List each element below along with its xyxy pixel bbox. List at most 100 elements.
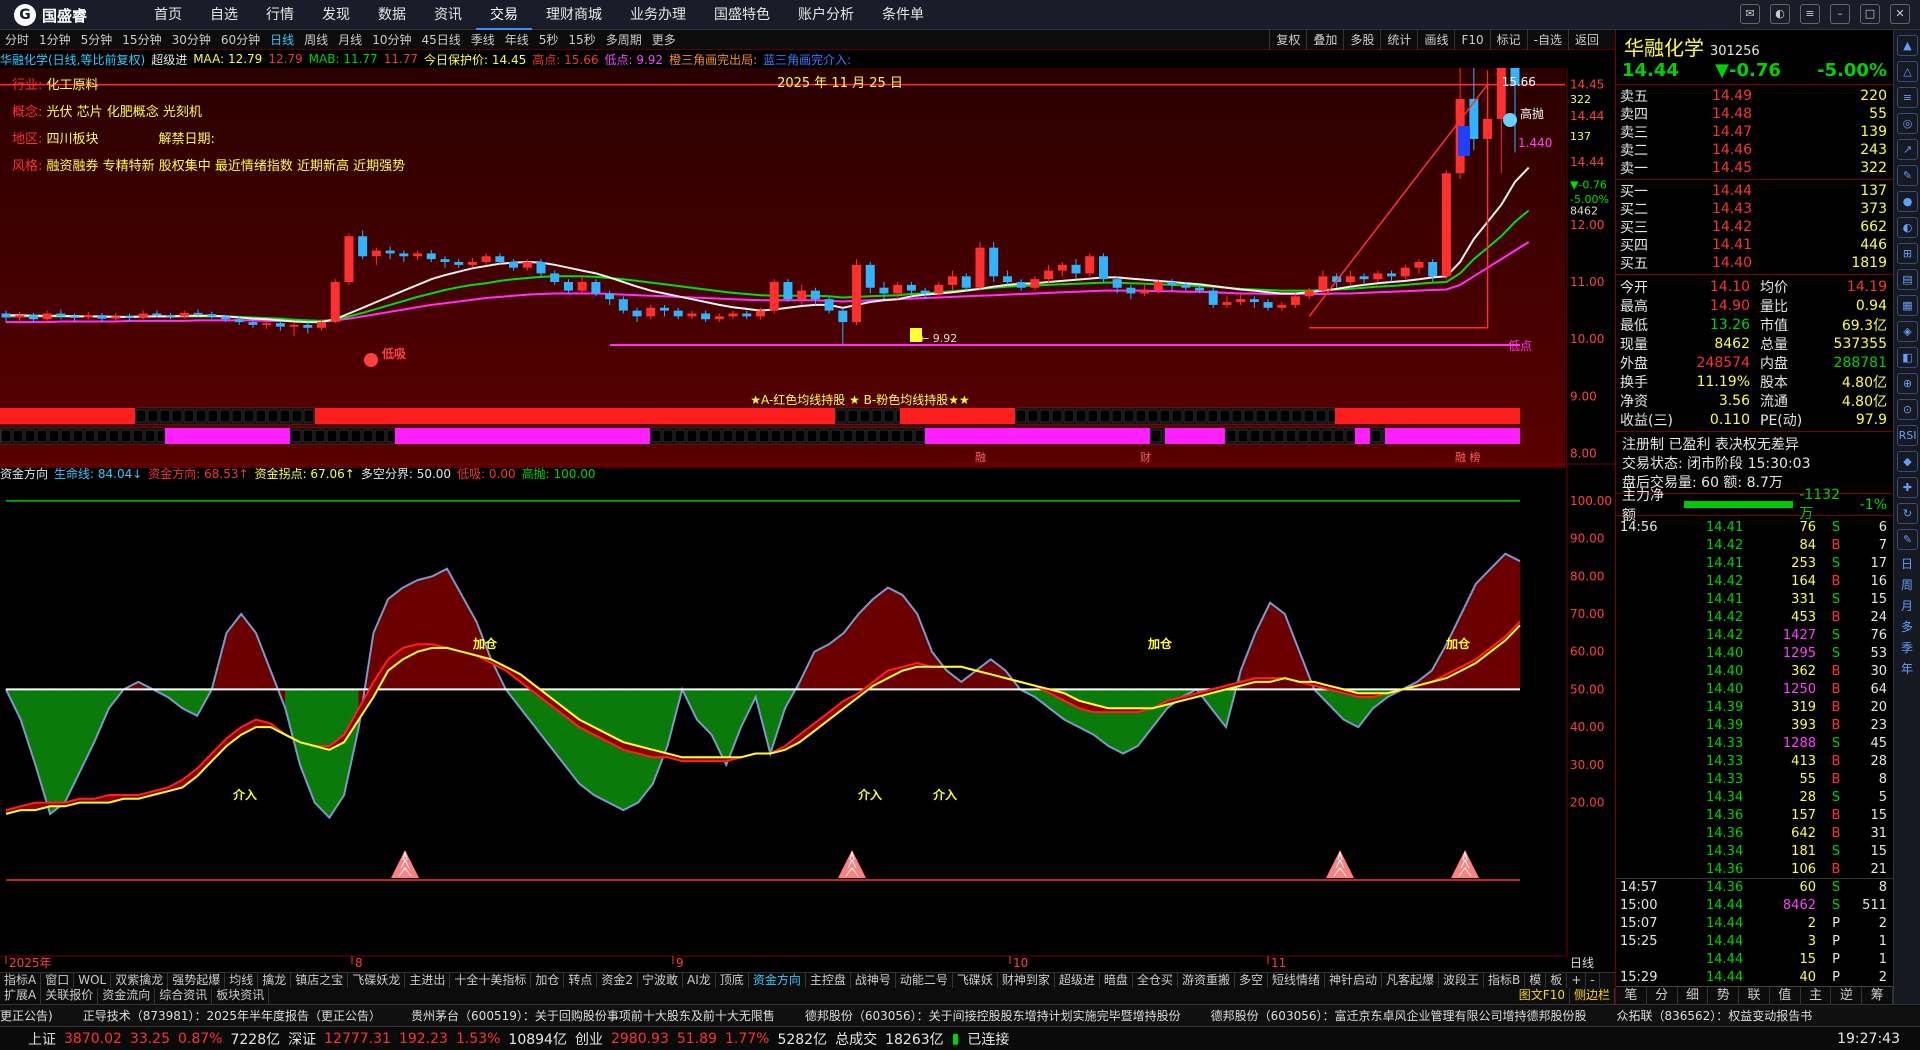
menu-item-1[interactable]: 自选 [196,0,252,30]
toolbar-icon-18[interactable]: ↻ [1897,503,1918,524]
maximize-icon[interactable]: □ [1860,4,1880,24]
toolbar-period-5[interactable]: 年 [1894,660,1920,677]
period-7[interactable]: 周线 [299,31,333,48]
menu-icon[interactable]: ≡ [1800,4,1820,24]
indicator-name[interactable]: 资金方向 [0,465,48,482]
period-1[interactable]: 1分钟 [34,31,76,48]
toolbar-icon-2[interactable]: ≡ [1897,87,1918,108]
period-11[interactable]: 季线 [466,31,500,48]
indicator-tab-30[interactable]: 凡客起爆 [1382,973,1440,988]
indicator-tab-0[interactable]: 指标A [0,973,42,988]
indicator-tab-5[interactable]: 均线 [225,973,259,988]
quote-tab-1[interactable]: 分 [1647,987,1678,1004]
period-0[interactable]: 分时 [0,31,34,48]
period-5[interactable]: 60分钟 [216,31,265,48]
extension-tab-1[interactable]: 关联报价 [41,988,99,1004]
toolbar-icon-3[interactable]: ◎ [1897,113,1918,134]
quote-tab-3[interactable]: 势 [1708,987,1740,1004]
indicator-tab-15[interactable]: AI龙 [683,973,716,988]
indicator-tab-19[interactable]: 战神号 [851,973,896,988]
period-2[interactable]: 5分钟 [76,31,118,48]
indicator-tab-22[interactable]: 财神到家 [998,973,1055,988]
indicator-tab-12[interactable]: 转点 [564,973,598,988]
period-12[interactable]: 年线 [500,31,534,48]
period-15[interactable]: 多周期 [601,31,647,48]
indicator-tab-29[interactable]: 神针启动 [1325,973,1383,988]
toolbar-icon-8[interactable]: ⊞ [1897,243,1918,264]
quote-tab-4[interactable]: 联 [1739,987,1770,1004]
period-9[interactable]: 10分钟 [367,31,416,48]
indicator-tab-8[interactable]: 飞碟妖龙 [348,973,406,988]
toolbar-period-0[interactable]: 日 [1894,555,1920,572]
toolbar-icon-9[interactable]: ▤ [1897,269,1918,290]
tool-button-5[interactable]: F10 [1454,30,1489,50]
indicator-tab-36[interactable]: - [1586,973,1600,988]
menu-item-6[interactable]: 交易 [476,0,532,30]
toolbar-icon-14[interactable]: ⊙ [1897,399,1918,420]
toolbar-icon-0[interactable]: ▲ [1897,35,1918,56]
news-item[interactable]: 贵州茅台（600519）：关于回购股份事项前十大股东及前十大无限售 [411,1007,775,1024]
period-13[interactable]: 5秒 [534,31,564,48]
indicator-tab-18[interactable]: 主控盘 [806,973,851,988]
toolbar-icon-13[interactable]: ⊕ [1897,373,1918,394]
toolbar-period-1[interactable]: 周 [1894,576,1920,593]
indicator-tab-26[interactable]: 游资重搬 [1178,973,1235,988]
toolbar-period-4[interactable]: 季 [1894,639,1920,656]
skin-icon[interactable]: ◐ [1770,4,1790,24]
indicator-tab-33[interactable]: 模 [1525,973,1547,988]
quote-tab-5[interactable]: 值 [1770,987,1801,1004]
toolbar-icon-12[interactable]: ◧ [1897,347,1918,368]
menu-item-3[interactable]: 发现 [308,0,364,30]
news-item[interactable]: 更正公告) [0,1007,53,1024]
indicator-tab-3[interactable]: 双紫擒龙 [111,973,169,988]
toolbar-period-3[interactable]: 多 [1894,618,1920,635]
indicator-tab-28[interactable]: 短线情绪 [1268,973,1325,988]
indicator-tab-24[interactable]: 暗盘 [1100,973,1133,988]
minimize-icon[interactable]: – [1830,4,1850,24]
news-item[interactable]: 德邦股份（603056）：富迁京东卓风企业管理有限公司增持德邦股份股 [1211,1007,1587,1024]
tool-button-4[interactable]: 画线 [1417,30,1454,50]
period-3[interactable]: 15分钟 [117,31,166,48]
toolbar-icon-15[interactable]: RSI [1897,425,1918,446]
indicator-tab-9[interactable]: 主进出 [405,973,451,988]
daily-label[interactable]: 日线 [1570,956,1594,970]
indicator-tab-13[interactable]: 资金2 [597,973,639,988]
indicator-tab-2[interactable]: WOL [74,973,112,988]
indicator-tab-11[interactable]: 加仓 [531,973,565,988]
menu-item-4[interactable]: 数据 [364,0,420,30]
menu-item-11[interactable]: 条件单 [868,0,938,30]
tool-button-1[interactable]: 叠加 [1306,30,1343,50]
toolbar-icon-5[interactable]: ✎ [1897,165,1918,186]
indicator-tab-31[interactable]: 波段王 [1439,973,1485,988]
extension-tab-4[interactable]: 板块资讯 [212,988,270,1004]
menu-item-0[interactable]: 首页 [140,0,196,30]
indicator-tab-1[interactable]: 窗口 [41,973,75,988]
indicator-tab-27[interactable]: 多空 [1235,973,1268,988]
tool-button-3[interactable]: 统计 [1380,30,1417,50]
toolbar-icon-16[interactable]: ◆ [1897,451,1918,472]
extension-tab-6[interactable]: 侧边栏 [1570,988,1615,1004]
tool-button-2[interactable]: 多股 [1343,30,1380,50]
toolbar-icon-6[interactable]: ● [1897,191,1918,212]
tool-button-0[interactable]: 复权 [1269,30,1306,50]
tool-button-7[interactable]: -自选 [1526,30,1568,50]
period-4[interactable]: 30分钟 [167,31,216,48]
indicator-tab-35[interactable]: + [1567,973,1587,988]
toolbar-period-2[interactable]: 月 [1894,597,1920,614]
tool-button-6[interactable]: 标记 [1489,30,1527,50]
toolbar-icon-10[interactable]: ▦ [1897,295,1918,316]
toolbar-icon-19[interactable]: ✎ [1897,529,1918,550]
toolbar-icon-1[interactable]: △ [1897,61,1918,82]
extension-tab-2[interactable]: 资金流向 [98,988,156,1004]
quote-tab-7[interactable]: 逆 [1831,987,1863,1004]
toolbar-icon-11[interactable]: ◈ [1897,321,1918,342]
quote-tab-8[interactable]: 筹 [1862,987,1894,1004]
period-6[interactable]: 日线 [265,31,299,48]
indicator-tab-10[interactable]: 十全十美指标 [450,973,532,988]
quote-tab-2[interactable]: 细 [1678,987,1709,1004]
indicator-tab-32[interactable]: 指标B [1484,973,1526,988]
period-14[interactable]: 15秒 [563,31,600,48]
menu-item-5[interactable]: 资讯 [420,0,476,30]
toolbar-icon-7[interactable]: ◐ [1897,217,1918,238]
extension-tab-0[interactable]: 扩展A [0,988,42,1004]
